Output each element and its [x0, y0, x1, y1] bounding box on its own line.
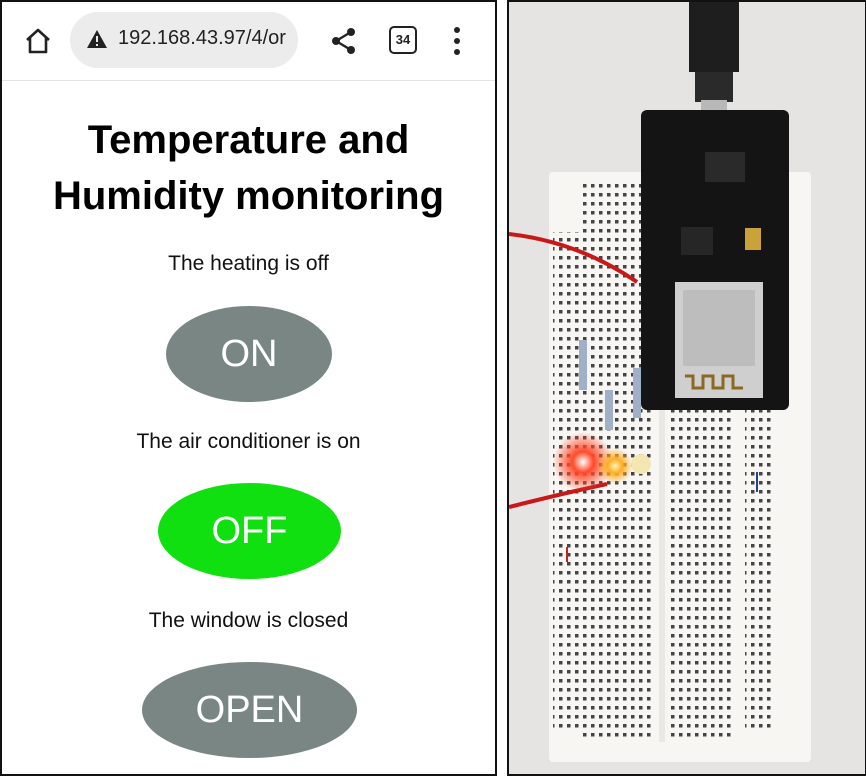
- share-icon[interactable]: [330, 26, 358, 56]
- warning-icon[interactable]: [86, 29, 108, 49]
- window-status: The window is closed: [148, 609, 349, 632]
- title-line-1: Temperature and: [87, 118, 410, 162]
- more-menu-icon[interactable]: [450, 26, 464, 56]
- tab-count-icon[interactable]: 34: [389, 26, 417, 54]
- page-title: Temperature and Humidity monitoring: [2, 112, 495, 224]
- url-text[interactable]: 192.168.43.97/4/or: [118, 27, 290, 50]
- ac-off-button[interactable]: OFF: [158, 483, 341, 579]
- breadboard-photo-illustration: [509, 2, 865, 774]
- home-icon[interactable]: [24, 27, 52, 55]
- heating-status: The heating is off: [168, 252, 329, 275]
- window-open-button[interactable]: OPEN: [142, 662, 357, 758]
- address-bar[interactable]: 192.168.43.97/4/or: [70, 12, 298, 68]
- hardware-photo: [507, 0, 866, 776]
- title-line-2: Humidity monitoring: [52, 174, 445, 218]
- phone-screen: 192.168.43.97/4/or 34 Temperature and Hu…: [0, 0, 497, 776]
- browser-toolbar: 192.168.43.97/4/or 34: [2, 2, 495, 81]
- ac-status: The air conditioner is on: [136, 430, 361, 453]
- heating-on-button[interactable]: ON: [166, 306, 332, 402]
